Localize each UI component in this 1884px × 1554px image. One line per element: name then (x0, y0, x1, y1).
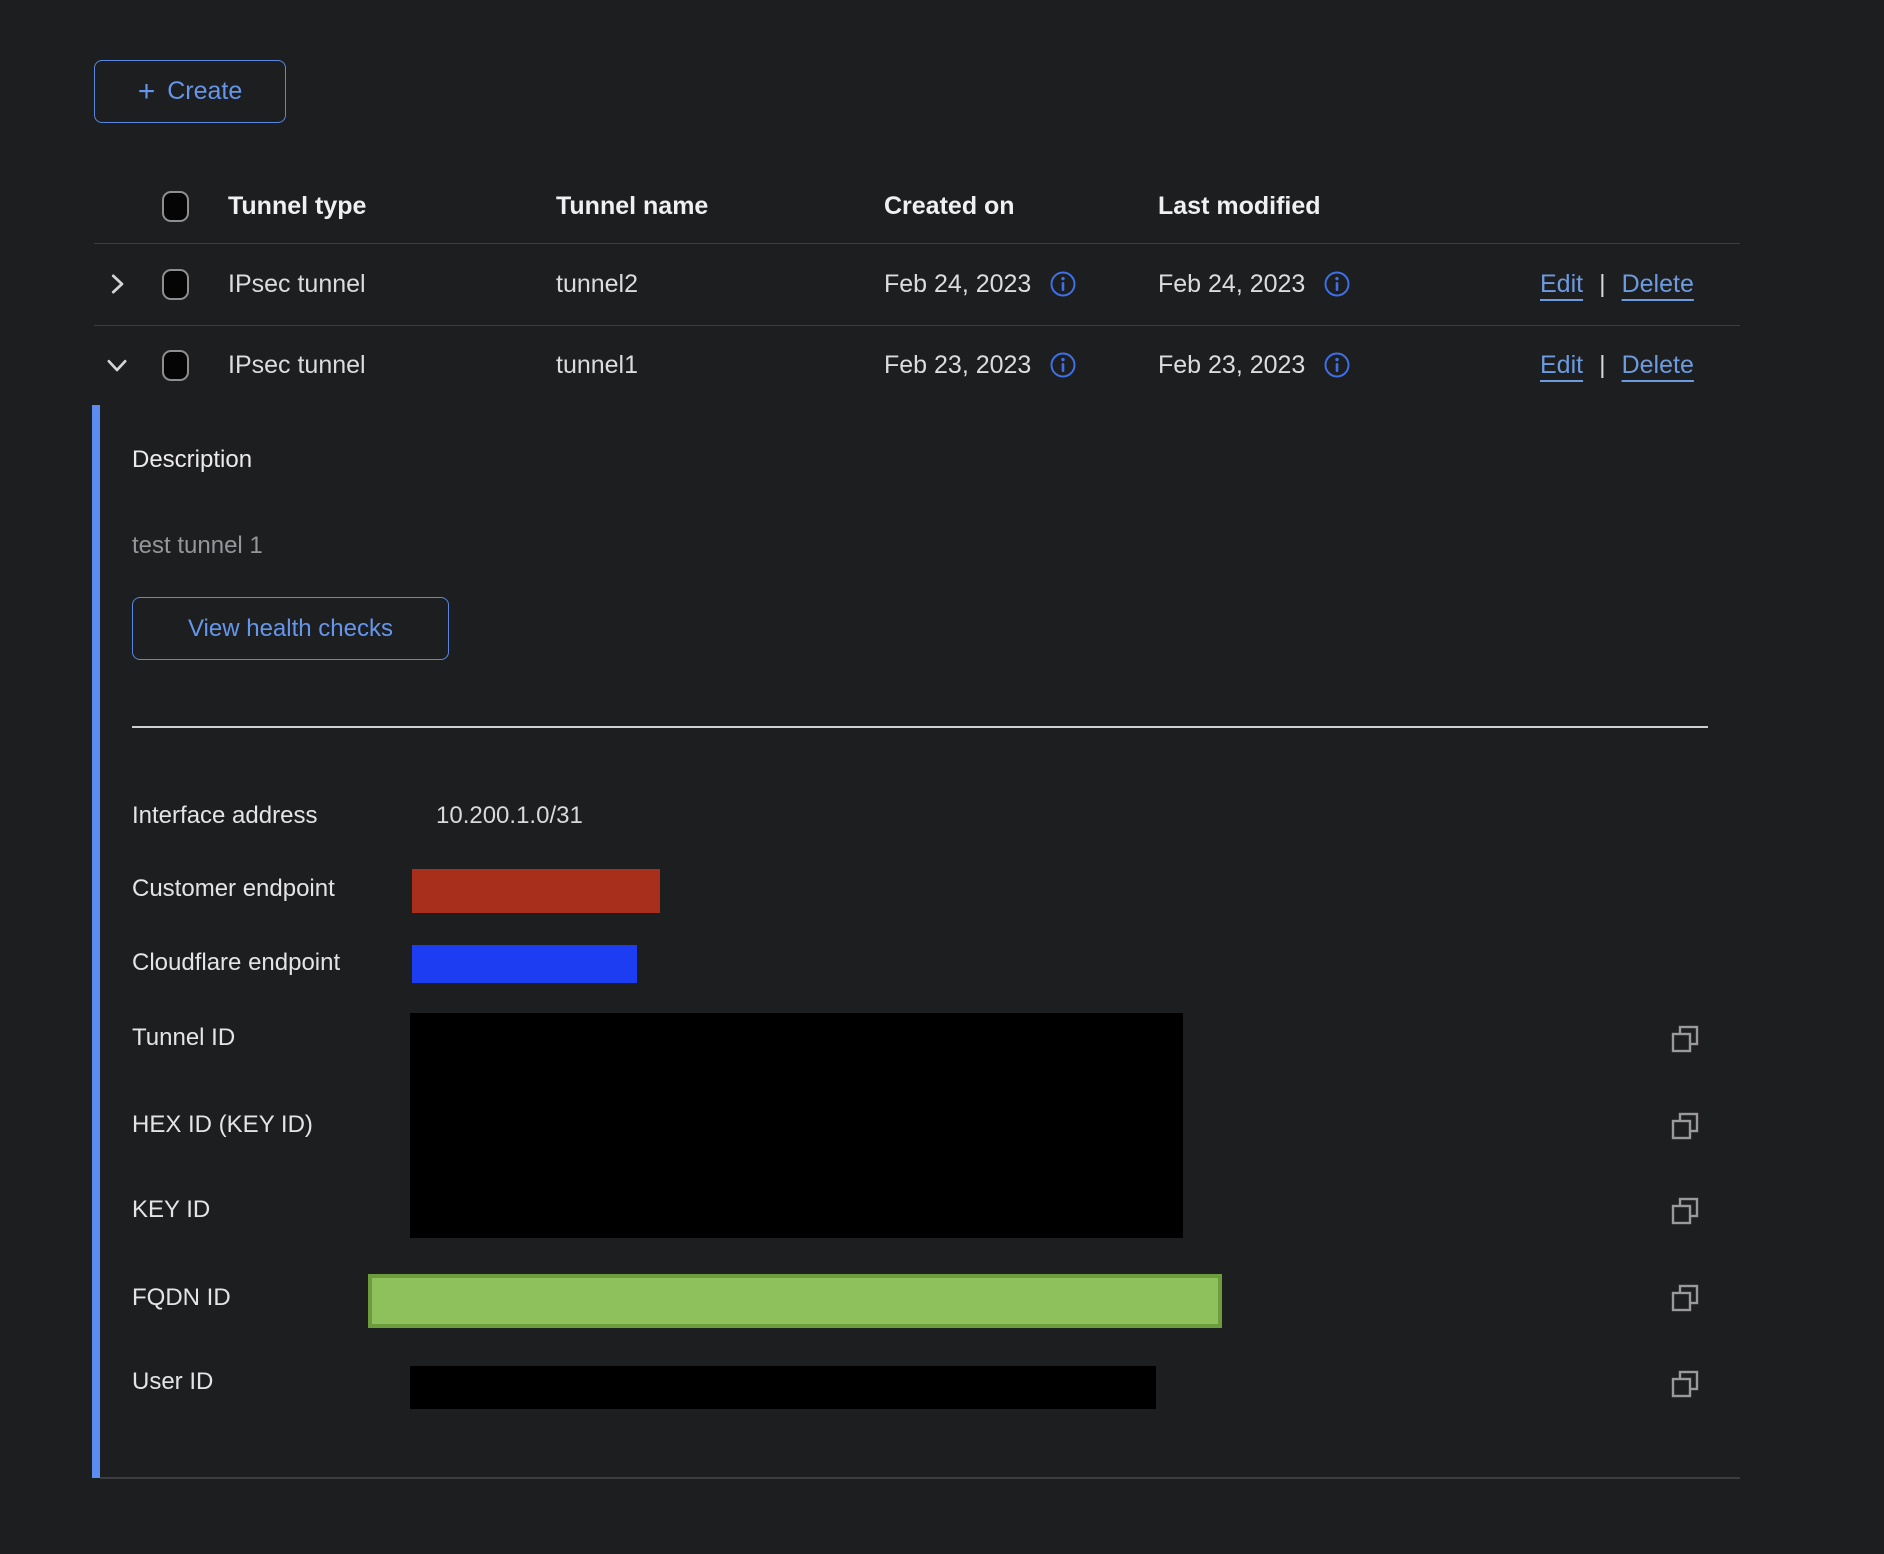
key-id-label: KEY ID (132, 1194, 210, 1226)
tunnel-name-cell: tunnel2 (556, 270, 884, 299)
copy-key-id-icon[interactable] (1668, 1195, 1702, 1229)
info-icon[interactable] (1049, 270, 1077, 298)
interface-address-value: 10.200.1.0/31 (436, 800, 583, 832)
copy-user-id-icon[interactable] (1668, 1368, 1702, 1402)
cloudflare-endpoint-redacted-value (412, 945, 637, 983)
fqdn-id-label: FQDN ID (132, 1282, 231, 1314)
plus-icon: + (138, 77, 156, 107)
col-tunnel-name: Tunnel name (556, 192, 884, 221)
last-modified-cell: Feb 24, 2023 (1158, 270, 1305, 299)
action-separator: | (1599, 351, 1606, 380)
fqdn-id-redacted-value (368, 1274, 1222, 1328)
panel-divider (132, 726, 1708, 728)
collapse-chevron-down-icon[interactable] (94, 350, 162, 380)
row-checkbox[interactable] (162, 350, 189, 381)
created-on-cell: Feb 23, 2023 (884, 351, 1031, 380)
delete-link[interactable]: Delete (1622, 270, 1694, 299)
tunnel-type-cell: IPsec tunnel (228, 270, 556, 299)
expanded-row-accent-bar (92, 405, 100, 1478)
description-label: Description (132, 444, 252, 476)
info-icon[interactable] (1323, 270, 1351, 298)
edit-link[interactable]: Edit (1540, 270, 1583, 299)
row-checkbox[interactable] (162, 269, 189, 300)
action-separator: | (1599, 270, 1606, 299)
create-button[interactable]: + Create (94, 60, 286, 123)
tunnel-type-cell: IPsec tunnel (228, 351, 556, 380)
table-row: IPsec tunnel tunnel2 Feb 24, 2023 Feb 24… (94, 243, 1740, 326)
tunnel-id-label: Tunnel ID (132, 1022, 235, 1054)
col-last-modified: Last modified (1158, 192, 1540, 221)
ids-redacted-value (410, 1013, 1183, 1238)
delete-link[interactable]: Delete (1622, 351, 1694, 380)
table-row: IPsec tunnel tunnel1 Feb 23, 2023 Feb 23… (94, 325, 1740, 405)
info-icon[interactable] (1323, 351, 1351, 379)
expand-chevron-right-icon[interactable] (94, 269, 162, 299)
customer-endpoint-redacted-value (412, 869, 660, 913)
tunnel-name-cell: tunnel1 (556, 351, 884, 380)
tunnels-page: + Create Tunnel type Tunnel name Created… (0, 0, 1884, 1554)
user-id-label: User ID (132, 1366, 213, 1398)
copy-fqdn-id-icon[interactable] (1668, 1282, 1702, 1316)
customer-endpoint-label: Customer endpoint (132, 873, 335, 905)
hex-id-label: HEX ID (KEY ID) (132, 1109, 313, 1141)
info-icon[interactable] (1049, 351, 1077, 379)
view-health-checks-button[interactable]: View health checks (132, 597, 449, 660)
copy-tunnel-id-icon[interactable] (1668, 1023, 1702, 1057)
interface-address-label: Interface address (132, 800, 317, 832)
col-created-on: Created on (884, 192, 1158, 221)
col-tunnel-type: Tunnel type (228, 192, 556, 221)
description-text: test tunnel 1 (132, 530, 263, 562)
expanded-section-bottom-divider (100, 1477, 1740, 1479)
select-all-checkbox[interactable] (162, 191, 189, 222)
cloudflare-endpoint-label: Cloudflare endpoint (132, 947, 340, 979)
created-on-cell: Feb 24, 2023 (884, 270, 1031, 299)
create-button-label: Create (167, 77, 242, 106)
user-id-redacted-value (410, 1366, 1156, 1409)
last-modified-cell: Feb 23, 2023 (1158, 351, 1305, 380)
table-header: Tunnel type Tunnel name Created on Last … (94, 170, 1740, 244)
edit-link[interactable]: Edit (1540, 351, 1583, 380)
copy-hex-id-icon[interactable] (1668, 1110, 1702, 1144)
